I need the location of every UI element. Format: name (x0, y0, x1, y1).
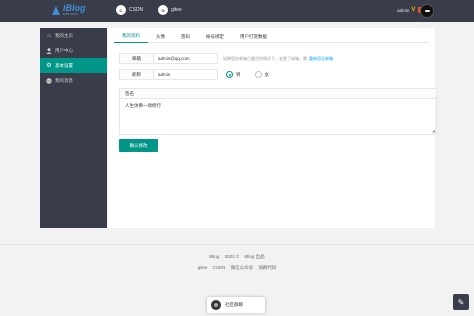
sidebar-item-my-home[interactable]: ⌂ 我的主页 (40, 28, 107, 43)
edit-fab-button[interactable]: ✎ (453, 294, 469, 310)
community-chat-label: 社区群聊 (225, 302, 243, 307)
email-label: 邮箱 (119, 53, 154, 64)
tab-account-binding[interactable]: 帐号绑定 (198, 30, 232, 43)
footer-link-gitee[interactable]: gitee (198, 265, 208, 270)
sidebar-item-basic-settings[interactable]: ⚙ 基本设置 (40, 58, 107, 73)
top-navbar: iBlog BOB DUN C CSDN G gitee admin V VIP (0, 0, 474, 22)
gender-female-label: 女 (264, 71, 270, 77)
footer-link-csdn[interactable]: CSDN (213, 265, 226, 270)
tab-my-profile[interactable]: 我的资料 (114, 30, 148, 43)
logo-name: iBlog (63, 3, 86, 13)
username[interactable]: admin (397, 8, 409, 13)
nav-link-csdn[interactable]: C CSDN (116, 5, 143, 15)
confirm-button[interactable]: 确认修改 (119, 139, 158, 152)
gender-male-radio[interactable]: 男 (226, 71, 241, 78)
nickname-label: 昵称 (119, 69, 154, 80)
footer-brand-link[interactable]: iBlog (209, 254, 219, 259)
home-icon: ⌂ (47, 32, 51, 39)
site-logo[interactable]: iBlog BOB DUN (52, 4, 86, 17)
gender-female-radio[interactable]: 女 (254, 71, 270, 78)
radio-checked-icon (226, 71, 233, 78)
nickname-field[interactable]: admin (154, 69, 218, 80)
pencil-icon: ✎ (457, 297, 465, 307)
gender-radio-group: 男 女 (226, 71, 283, 78)
nav-link-label: CSDN (129, 7, 144, 13)
tab-reward-data[interactable]: 用户打赏数据 (232, 30, 275, 43)
footer-links: gitee CSDN 微信公众号 加群代码 (0, 265, 474, 271)
email-hint-text: 如果您在邮箱已激活的情况下，变更了邮箱，需 (223, 55, 307, 61)
gender-male-label: 男 (236, 71, 241, 77)
sidebar: ⌂ 我的主页 用户中心 ⚙ 基本设置 我的消息 (40, 28, 107, 228)
settings-tabs: 我的资料 头像 密码 帐号绑定 用户打赏数据 (114, 30, 429, 43)
chat-icon (46, 77, 52, 84)
sidebar-item-label: 用户中心 (55, 47, 73, 53)
email-hint: 如果您在邮箱已激活的情况下，变更了邮箱，需 重新验证邮箱 (223, 56, 333, 62)
reverify-email-link[interactable]: 重新验证邮箱 (309, 56, 333, 61)
radio-unchecked-icon (254, 71, 262, 78)
user-icon (46, 47, 52, 54)
signature-textarea[interactable]: 人生仿佛一场修行 (120, 99, 436, 113)
sidebar-item-label: 我的主页 (55, 32, 73, 38)
footer-year: 2022 © (224, 254, 240, 259)
sidebar-item-user-center[interactable]: 用户中心 (40, 43, 107, 58)
nav-link-label: gitee (171, 7, 182, 13)
signature-block: 签名 人生仿佛一场修行 ◢ (119, 88, 437, 135)
community-chat-button[interactable]: 社区群聊 (207, 297, 265, 313)
verified-icon: V (411, 7, 416, 13)
chat-avatar-icon (211, 300, 221, 310)
resize-handle-icon[interactable]: ◢ (432, 129, 435, 133)
sidebar-item-label: 我的消息 (55, 77, 73, 83)
footer-link-group-code[interactable]: 加群代码 (258, 265, 276, 270)
logo-icon (52, 5, 61, 16)
footer-link-wechat[interactable]: 微信公众号 (231, 265, 254, 270)
tab-password[interactable]: 密码 (173, 30, 198, 43)
nav-link-gitee[interactable]: G gitee (158, 5, 182, 15)
settings-panel: 我的资料 头像 密码 帐号绑定 用户打赏数据 邮箱 admin@qq.com 如… (108, 28, 437, 228)
email-field[interactable]: admin@qq.com (154, 53, 218, 64)
avatar[interactable] (420, 4, 434, 18)
signature-label: 签名 (120, 89, 436, 99)
tab-avatar[interactable]: 头像 (148, 30, 173, 43)
sidebar-item-label: 基本设置 (55, 62, 73, 68)
footer-copyright: iBlog 2022 © iBlog 出品 (0, 254, 474, 260)
logo-subtitle: BOB DUN (63, 13, 78, 16)
gitee-icon: G (158, 5, 168, 15)
csdn-icon: C (116, 5, 126, 15)
nickname-row: 昵称 admin 男 女 (119, 69, 283, 80)
gear-icon: ⚙ (46, 62, 52, 69)
footer-divider (0, 244, 474, 245)
sidebar-item-my-messages[interactable]: 我的消息 (40, 73, 107, 88)
footer-producer-link[interactable]: iBlog 出品 (244, 254, 264, 259)
email-row: 邮箱 admin@qq.com 如果您在邮箱已激活的情况下，变更了邮箱，需 重新验… (119, 53, 333, 64)
